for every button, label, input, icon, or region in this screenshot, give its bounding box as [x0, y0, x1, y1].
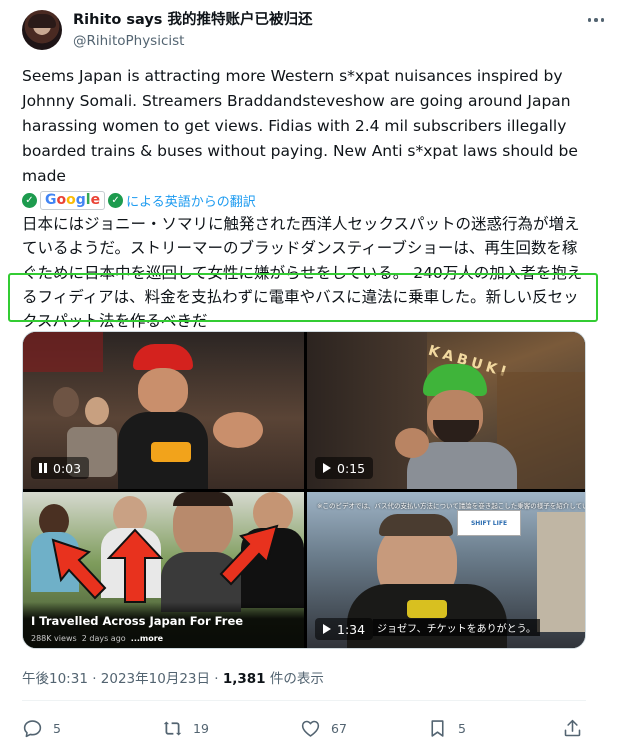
like-button[interactable]: 67 — [300, 714, 347, 742]
play-icon[interactable] — [323, 463, 331, 473]
video-4-subtitle: ※このビデオでは、バス代の支払い方法について議論を巻き起こした乗客の様子を紹介し… — [317, 502, 586, 510]
shift-life-sign: SHIFT LIFE — [457, 510, 521, 536]
reply-icon[interactable] — [22, 718, 43, 739]
tweet-text: Seems Japan is attracting more Western s… — [22, 67, 578, 185]
repost-icon[interactable] — [162, 718, 183, 739]
tweet-header: Rihito says 我的推特账户已被归还 @RihitoPhysicist — [22, 8, 612, 52]
heart-icon[interactable] — [300, 718, 321, 739]
tweet-timestamp: 午後10:31 · 2023年10月23日 · 1,381 件の表示 — [22, 667, 324, 687]
red-arrow-icon — [51, 538, 107, 600]
author-block[interactable]: Rihito says 我的推特账户已被归还 @RihitoPhysicist — [73, 11, 312, 51]
red-arrow-icon — [107, 528, 163, 603]
red-arrow-icon — [219, 524, 279, 586]
video-3-ago: 2 days ago — [81, 634, 126, 643]
video-thumbnail-2[interactable]: KABUKI 0:15 — [307, 332, 585, 489]
video-thumbnail-1[interactable]: 0:03 — [23, 332, 304, 489]
translation-link[interactable]: による英語からの翻訳 — [126, 191, 256, 210]
avatar[interactable] — [22, 10, 62, 50]
video-3-title: I Travelled Across Japan For Free — [31, 614, 244, 628]
repost-count: 19 — [193, 720, 209, 736]
author-name[interactable]: Rihito says 我的推特账户已被归还 — [73, 11, 312, 29]
repost-button[interactable]: 19 — [162, 714, 209, 742]
video-3-more: ...more — [130, 634, 164, 643]
translated-text: 日本にはジョニー・ソマリに触発された西洋人セックスパットの迷惑行為が増えているよ… — [22, 215, 583, 331]
like-count: 67 — [331, 720, 347, 736]
media-grid: 0:03 KABUKI 0:15 I Travelled Across Japa… — [22, 331, 586, 649]
reply-button[interactable]: 5 — [22, 714, 61, 742]
video-4-time: 1:34 — [337, 621, 366, 637]
translation-attribution: ✓ Google ✓ による英語からの翻訳 — [22, 190, 256, 210]
share-button[interactable] — [562, 714, 583, 742]
check-icon: ✓ — [22, 192, 37, 208]
share-icon[interactable] — [562, 718, 583, 739]
bookmark-button[interactable]: 5 — [427, 714, 466, 742]
video-3-meta: 288K views 2 days ago ...more — [31, 634, 163, 643]
video-1-time: 0:03 — [53, 460, 82, 476]
reply-count: 5 — [53, 720, 61, 736]
play-icon[interactable] — [323, 624, 331, 634]
check-icon: ✓ — [108, 192, 124, 208]
video-thumbnail-3[interactable]: I Travelled Across Japan For Free 288K v… — [23, 492, 304, 648]
bookmark-count: 5 — [458, 720, 466, 736]
video-4-caption: ジョゼフ、チケットをありがとう。 — [373, 619, 540, 636]
view-count: 1,381 — [222, 671, 266, 687]
view-label: 件の表示 — [265, 671, 324, 687]
video-thumbnail-4[interactable]: ※このビデオでは、バス代の支払い方法について議論を巻き起こした乗客の様子を紹介し… — [307, 492, 586, 648]
video-1-badge[interactable]: 0:03 — [31, 457, 90, 479]
author-handle[interactable]: @RihitoPhysicist — [73, 31, 312, 51]
video-2-time: 0:15 — [337, 460, 366, 476]
bookmark-icon[interactable] — [427, 718, 448, 739]
action-bar: 5 19 67 5 — [22, 714, 588, 742]
video-2-badge[interactable]: 0:15 — [315, 457, 374, 479]
divider — [22, 700, 586, 701]
pause-icon[interactable] — [39, 463, 47, 473]
video-3-views: 288K views — [31, 634, 77, 643]
video-4-badge[interactable]: 1:34 — [315, 618, 374, 640]
more-options-icon[interactable] — [584, 10, 608, 30]
timestamp-date[interactable]: 午後10:31 · 2023年10月23日 · — [22, 671, 223, 687]
google-logo: Google — [40, 190, 106, 210]
